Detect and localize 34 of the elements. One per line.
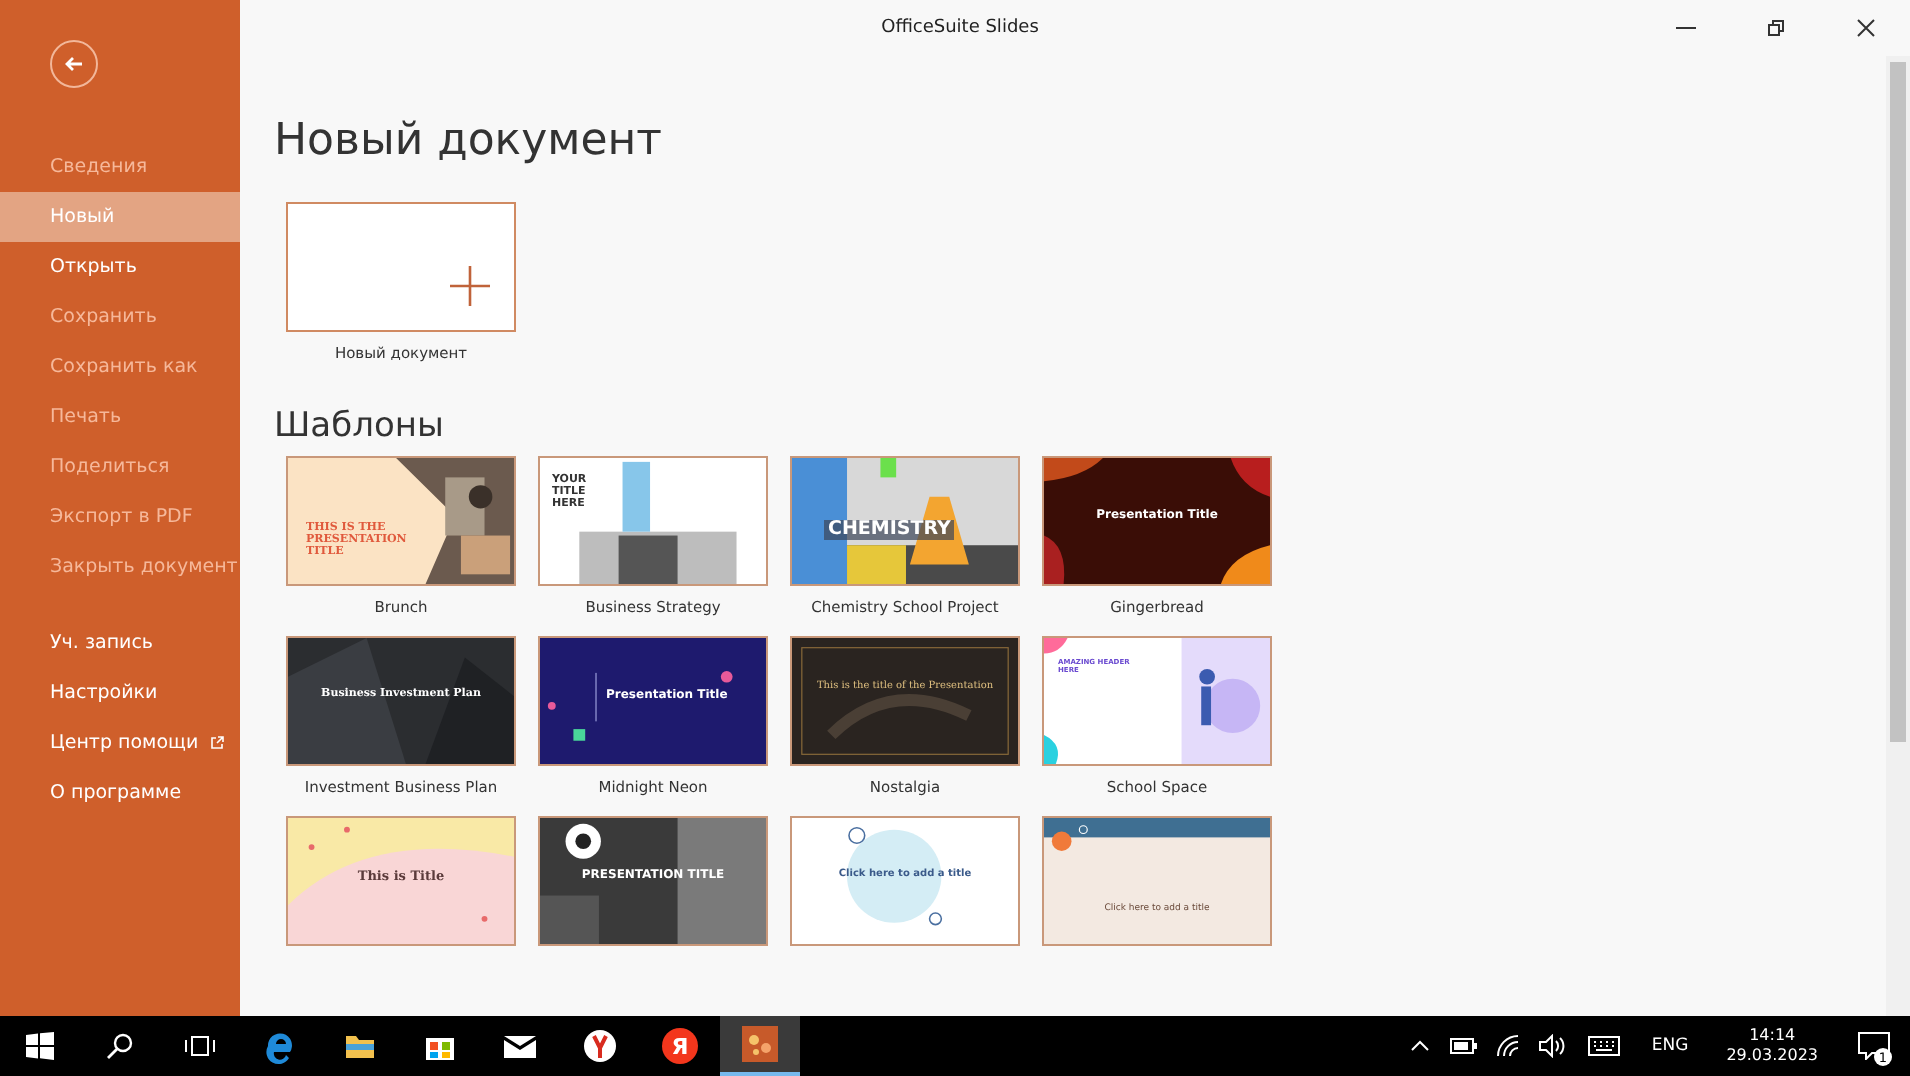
back-button[interactable] (50, 40, 98, 88)
scrollbar[interactable] (1886, 56, 1910, 1016)
speaker-icon[interactable] (1537, 1034, 1566, 1058)
new-document-tile[interactable] (286, 202, 516, 332)
template-thumbnail[interactable]: CHEMISTRY (790, 456, 1020, 586)
taskbar-app[interactable]: Я (640, 1016, 720, 1076)
sidebar-item[interactable]: Центр помощи (0, 718, 240, 768)
back-arrow-icon (64, 56, 84, 72)
sidebar-item[interactable]: Уч. запись (0, 618, 240, 668)
notification-icon (1858, 1032, 1890, 1060)
yandex-icon: Я (662, 1028, 698, 1064)
section-heading: Шаблоны (274, 406, 446, 446)
office-icon (740, 1024, 780, 1064)
ybrowser-icon (580, 1026, 620, 1066)
battery-icon[interactable] (1449, 1038, 1478, 1054)
plus-icon (450, 266, 490, 306)
task-view-icon (184, 1034, 216, 1058)
sidebar-item[interactable]: Настройки (0, 668, 240, 718)
sidebar-item[interactable]: О программе (0, 768, 240, 818)
sidebar-item[interactable]: Новый (0, 192, 240, 242)
slide-title: CHEMISTRY (824, 520, 955, 540)
search-icon (106, 1032, 134, 1060)
chevron-up-icon (1409, 1040, 1430, 1052)
wifi-icon[interactable] (1495, 1034, 1520, 1058)
page-heading: Новый документ (274, 116, 664, 166)
close-icon (1855, 18, 1875, 38)
external-link-icon (210, 735, 225, 750)
windows-logo-icon (26, 1032, 54, 1060)
restore-icon (1765, 18, 1785, 38)
sidebar-item[interactable]: Открыть (0, 242, 240, 292)
window-title: OfficeSuite Slides (881, 18, 1039, 38)
keyboard-icon[interactable] (1587, 1036, 1620, 1056)
language-indicator[interactable]: ENG (1633, 1036, 1707, 1056)
clock[interactable]: 14:14 29.03.2023 (1706, 1025, 1838, 1067)
